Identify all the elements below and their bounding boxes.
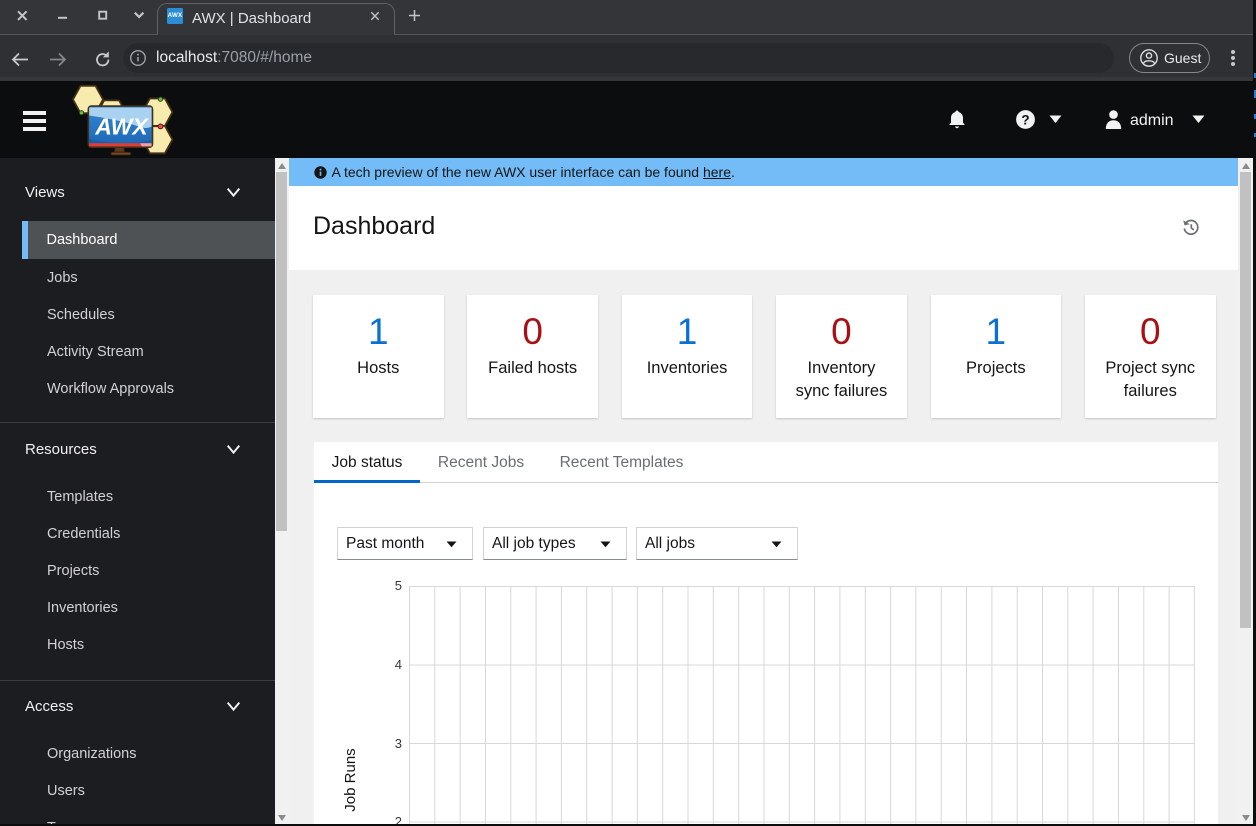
svg-text:?: ?: [1021, 112, 1029, 127]
svg-text:AWX: AWX: [94, 114, 149, 140]
